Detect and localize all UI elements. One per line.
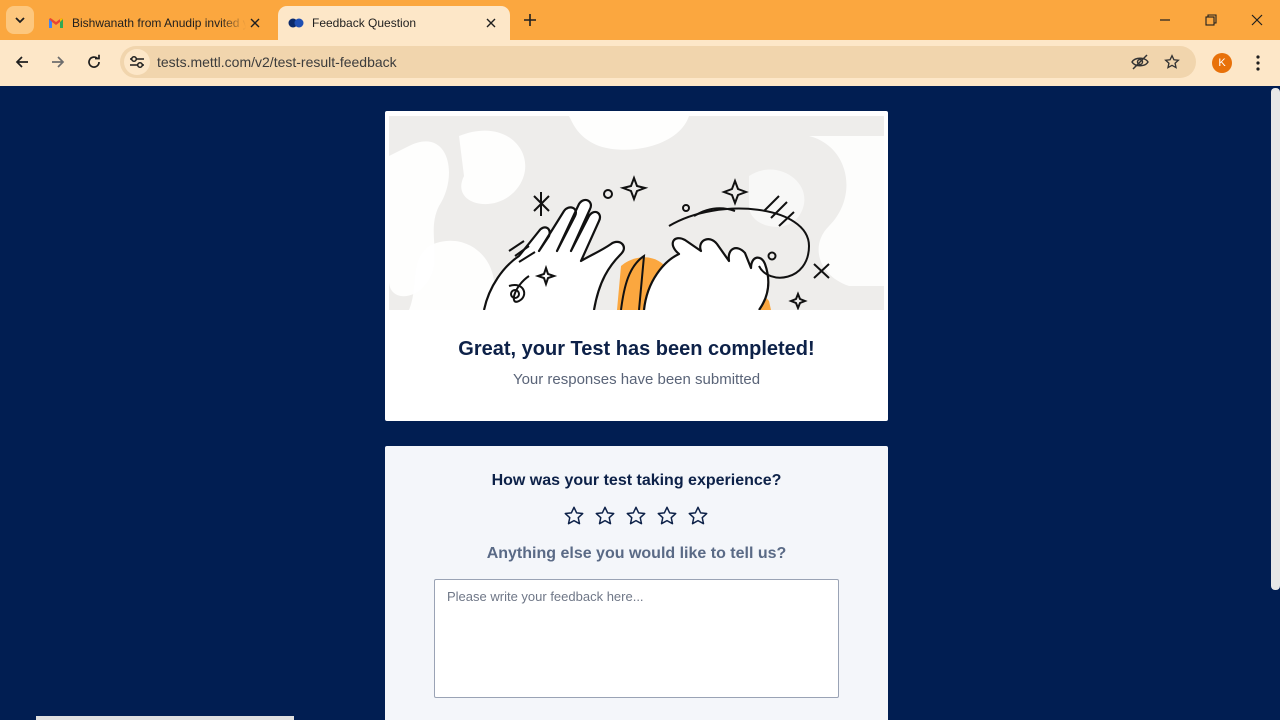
arrow-right-icon bbox=[52, 56, 65, 68]
celebration-illustration bbox=[389, 116, 884, 310]
close-icon bbox=[1251, 14, 1263, 26]
bookmark-star-icon[interactable] bbox=[1161, 51, 1183, 73]
reload-icon bbox=[88, 54, 100, 68]
close-window-button[interactable] bbox=[1234, 0, 1280, 40]
chevron-down-icon bbox=[15, 17, 25, 24]
minimize-button[interactable] bbox=[1142, 0, 1188, 40]
star-icon[interactable] bbox=[592, 503, 617, 528]
tune-icon bbox=[130, 55, 144, 69]
rating-question: How was your test taking experience? bbox=[491, 472, 782, 489]
tab-search-button[interactable] bbox=[6, 6, 34, 34]
tab-gmail[interactable]: Bishwanath from Anudip invited you bbox=[38, 6, 274, 40]
star-icon[interactable] bbox=[685, 503, 710, 528]
tab-feedback-question[interactable]: Feedback Question bbox=[278, 6, 510, 40]
completion-heading: Great, your Test has been completed! bbox=[458, 338, 815, 360]
profile-avatar[interactable]: K bbox=[1212, 53, 1232, 73]
browser-menu-button[interactable] bbox=[1246, 50, 1270, 76]
tab-strip: Bishwanath from Anudip invited you Feedb… bbox=[0, 0, 1280, 40]
reload-button[interactable] bbox=[79, 47, 109, 77]
address-bar[interactable]: tests.mettl.com/v2/test-result-feedback bbox=[120, 46, 1196, 78]
mettl-icon bbox=[288, 15, 304, 31]
star-rating bbox=[561, 503, 710, 528]
eye-off-icon[interactable] bbox=[1129, 51, 1151, 73]
restore-icon bbox=[1205, 14, 1217, 26]
star-icon[interactable] bbox=[654, 503, 679, 528]
close-icon[interactable] bbox=[246, 14, 264, 32]
feedback-textarea[interactable] bbox=[434, 579, 839, 698]
new-tab-button[interactable] bbox=[516, 6, 544, 34]
more-vertical-icon bbox=[1256, 55, 1260, 71]
url-text[interactable]: tests.mettl.com/v2/test-result-feedback bbox=[157, 54, 397, 70]
horizontal-scrollbar[interactable] bbox=[36, 716, 294, 720]
gmail-icon bbox=[48, 15, 64, 31]
star-icon[interactable] bbox=[561, 503, 586, 528]
restore-button[interactable] bbox=[1188, 0, 1234, 40]
feedback-card: How was your test taking experience? Any… bbox=[385, 446, 888, 720]
minimize-icon bbox=[1160, 19, 1170, 21]
site-info-button[interactable] bbox=[124, 49, 150, 75]
comment-question: Anything else you would like to tell us? bbox=[486, 545, 787, 562]
forward-button[interactable] bbox=[43, 47, 73, 77]
vertical-scrollbar[interactable] bbox=[1271, 88, 1280, 590]
arrow-left-icon bbox=[15, 56, 28, 68]
browser-toolbar: tests.mettl.com/v2/test-result-feedback bbox=[0, 40, 1280, 86]
completion-subheading: Your responses have been submitted bbox=[512, 371, 761, 388]
tab-title: Bishwanath from Anudip invited you bbox=[72, 16, 246, 30]
plus-icon bbox=[524, 14, 536, 26]
tab-title: Feedback Question bbox=[312, 16, 417, 30]
back-button[interactable] bbox=[7, 47, 37, 77]
close-icon[interactable] bbox=[482, 14, 500, 32]
star-icon[interactable] bbox=[623, 503, 648, 528]
completion-card: Great, your Test has been completed! You… bbox=[385, 111, 888, 421]
